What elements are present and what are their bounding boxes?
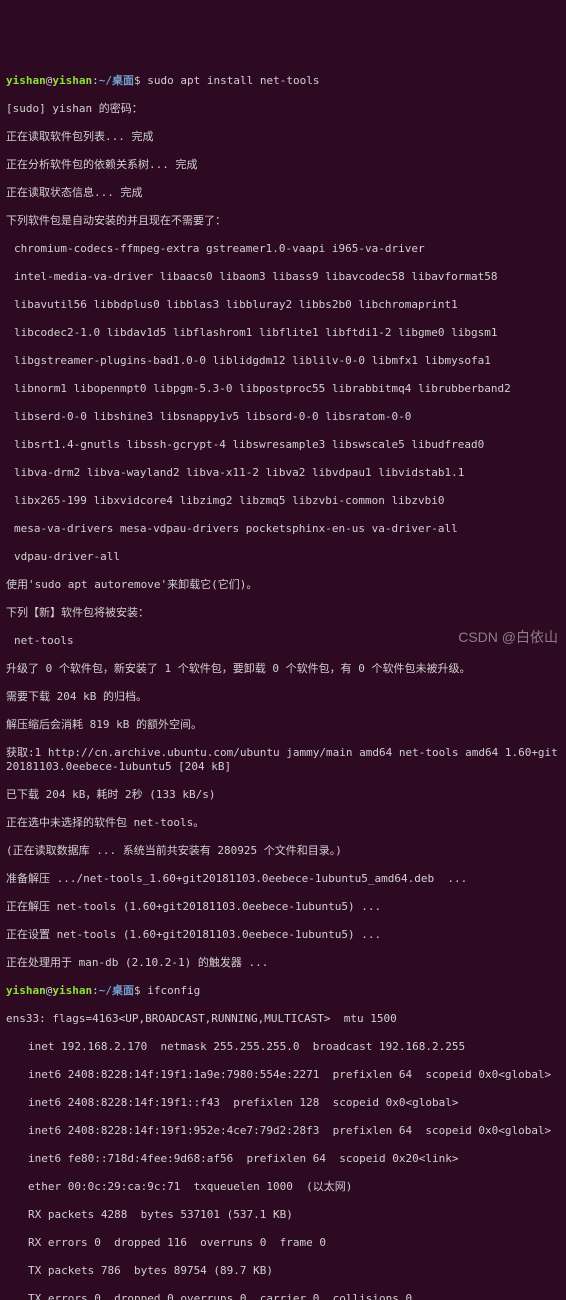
prompt-host: yishan — [52, 74, 92, 87]
prompt-path: ~/桌面 — [99, 74, 134, 87]
sudo-password-prompt: [sudo] yishan 的密码： — [6, 102, 560, 116]
apt-need-download: 需要下载 204 kB 的归档。 — [6, 690, 560, 704]
apt-summary: 升级了 0 个软件包，新安装了 1 个软件包，要卸载 0 个软件包，有 0 个软… — [6, 662, 560, 676]
prompt-host: yishan — [52, 984, 92, 997]
watermark: CSDN @白依山 — [458, 630, 558, 644]
ifconfig-inet6: inet6 fe80::718d:4fee:9d68:af56 prefixle… — [6, 1152, 560, 1166]
apt-reading-state: 正在读取状态信息... 完成 — [6, 186, 560, 200]
command-1: sudo apt install net-tools — [147, 74, 319, 87]
apt-reading-lists: 正在读取软件包列表... 完成 — [6, 130, 560, 144]
ifconfig-tx-packets: TX packets 786 bytes 89754 (89.7 KB) — [6, 1264, 560, 1278]
ifconfig-rx-errors: RX errors 0 dropped 116 overruns 0 frame… — [6, 1236, 560, 1250]
autoremove-pkg-line: libgstreamer-plugins-bad1.0-0 liblidgdm1… — [6, 354, 560, 368]
autoremove-pkg-line: mesa-va-drivers mesa-vdpau-drivers pocke… — [6, 522, 560, 536]
autoremove-pkg-line: libserd-0-0 libshine3 libsnappy1v5 libso… — [6, 410, 560, 424]
prompt-line-2: yishan@yishan:~/桌面$ ifconfig — [6, 984, 560, 998]
apt-autoremove-header: 下列软件包是自动安装的并且现在不需要了： — [6, 214, 560, 228]
autoremove-pkg-line: libavutil56 libbdplus0 libblas3 libblura… — [6, 298, 560, 312]
prompt-line-1: yishan@yishan:~/桌面$ sudo apt install net… — [6, 74, 560, 88]
autoremove-pkg-line: libva-drm2 libva-wayland2 libva-x11-2 li… — [6, 466, 560, 480]
autoremove-pkg-line: libnorm1 libopenmpt0 libpgm-5.3-0 libpos… — [6, 382, 560, 396]
apt-reading-db: (正在读取数据库 ... 系统当前共安装有 280925 个文件和目录。) — [6, 844, 560, 858]
apt-get-line: 获取:1 http://cn.archive.ubuntu.com/ubuntu… — [6, 746, 560, 774]
ifconfig-inet6: inet6 2408:8228:14f:19f1:952e:4ce7:79d2:… — [6, 1124, 560, 1138]
autoremove-pkg-line: vdpau-driver-all — [6, 550, 560, 564]
autoremove-pkg-line: libsrt1.4-gnutls libssh-gcrypt-4 libswre… — [6, 438, 560, 452]
autoremove-pkg-line: libx265-199 libxvidcore4 libzimg2 libzmq… — [6, 494, 560, 508]
ifconfig-header: ens33: flags=4163<UP,BROADCAST,RUNNING,M… — [6, 1012, 560, 1026]
prompt-user: yishan — [6, 984, 46, 997]
apt-disk-space: 解压缩后会消耗 819 kB 的额外空间。 — [6, 718, 560, 732]
autoremove-pkg-line: libcodec2-1.0 libdav1d5 libflashrom1 lib… — [6, 326, 560, 340]
apt-setting-up: 正在设置 net-tools (1.60+git20181103.0eebece… — [6, 928, 560, 942]
command-2: ifconfig — [147, 984, 200, 997]
apt-unpacking: 正在解压 net-tools (1.60+git20181103.0eebece… — [6, 900, 560, 914]
ifconfig-ether: ether 00:0c:29:ca:9c:71 txqueuelen 1000 … — [6, 1180, 560, 1194]
ifconfig-rx-packets: RX packets 4288 bytes 537101 (537.1 KB) — [6, 1208, 560, 1222]
ifconfig-inet6: inet6 2408:8228:14f:19f1:1a9e:7980:554e:… — [6, 1068, 560, 1082]
prompt-path: ~/桌面 — [99, 984, 134, 997]
ifconfig-tx-errors: TX errors 0 dropped 0 overruns 0 carrier… — [6, 1292, 560, 1300]
apt-preparing: 准备解压 .../net-tools_1.60+git20181103.0eeb… — [6, 872, 560, 886]
apt-new-header: 下列【新】软件包将被安装： — [6, 606, 560, 620]
autoremove-pkg-line: intel-media-va-driver libaacs0 libaom3 l… — [6, 270, 560, 284]
apt-fetched: 已下载 204 kB，耗时 2秒 (133 kB/s) — [6, 788, 560, 802]
apt-use-autoremove: 使用'sudo apt autoremove'来卸载它(它们)。 — [6, 578, 560, 592]
autoremove-pkg-line: chromium-codecs-ffmpeg-extra gstreamer1.… — [6, 242, 560, 256]
apt-selecting: 正在选中未选择的软件包 net-tools。 — [6, 816, 560, 830]
apt-triggers: 正在处理用于 man-db (2.10.2-1) 的触发器 ... — [6, 956, 560, 970]
ifconfig-inet: inet 192.168.2.170 netmask 255.255.255.0… — [6, 1040, 560, 1054]
ifconfig-inet6: inet6 2408:8228:14f:19f1::f43 prefixlen … — [6, 1096, 560, 1110]
apt-building-tree: 正在分析软件包的依赖关系树... 完成 — [6, 158, 560, 172]
terminal-output[interactable]: yishan@yishan:~/桌面$ sudo apt install net… — [6, 60, 560, 1300]
prompt-user: yishan — [6, 74, 46, 87]
